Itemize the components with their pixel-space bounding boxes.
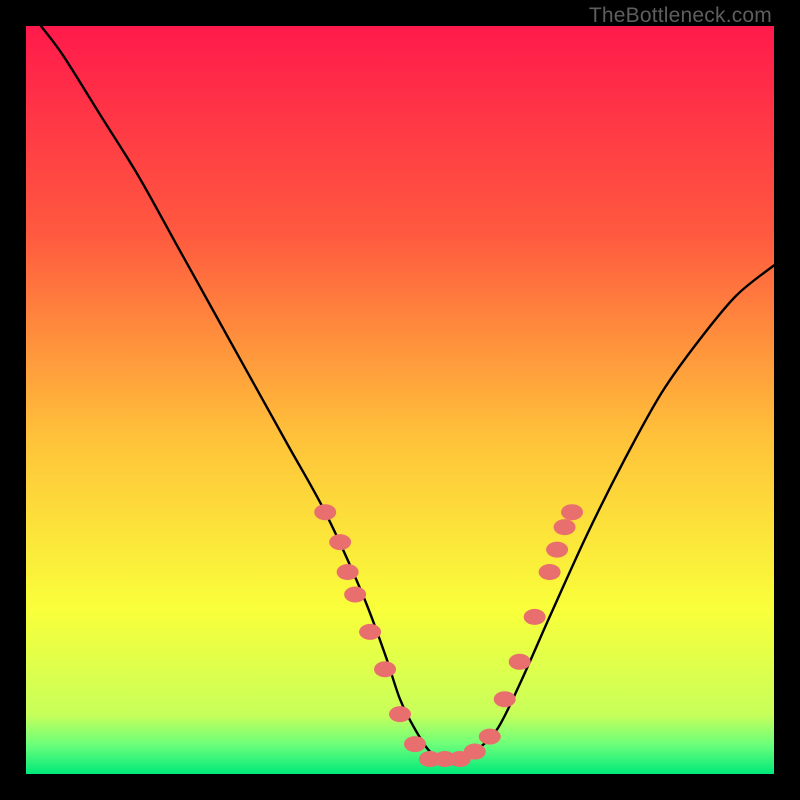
chart-frame xyxy=(26,26,774,774)
watermark-text: TheBottleneck.com xyxy=(589,4,772,28)
bottleneck-chart xyxy=(26,26,774,774)
curve-marker xyxy=(329,534,351,550)
curve-marker xyxy=(344,586,366,602)
curve-marker xyxy=(359,624,381,640)
curve-marker xyxy=(374,661,396,677)
curve-marker xyxy=(524,609,546,625)
curve-marker xyxy=(561,504,583,520)
curve-marker xyxy=(539,564,561,580)
chart-background xyxy=(26,26,774,774)
curve-marker xyxy=(337,564,359,580)
curve-marker xyxy=(509,654,531,670)
curve-marker xyxy=(479,729,501,745)
curve-marker xyxy=(494,691,516,707)
curve-marker xyxy=(464,744,486,760)
curve-marker xyxy=(404,736,426,752)
curve-marker xyxy=(546,542,568,558)
curve-marker xyxy=(314,504,336,520)
curve-marker xyxy=(554,519,576,535)
curve-marker xyxy=(389,706,411,722)
